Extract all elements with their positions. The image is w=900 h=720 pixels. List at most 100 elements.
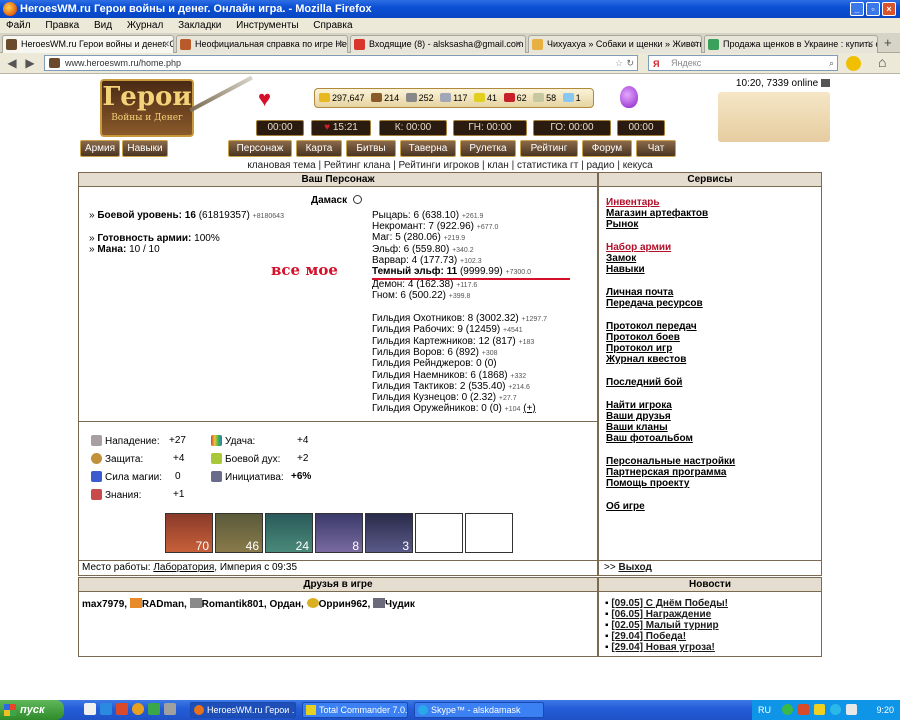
new-tab-button[interactable]: +: [884, 35, 892, 50]
service-transfer-log[interactable]: Протокол передач: [606, 321, 697, 332]
reload-icon[interactable]: ↻: [626, 56, 634, 70]
tab-close-icon[interactable]: ✕: [514, 36, 522, 52]
friend-chudik[interactable]: Чудик: [385, 599, 415, 610]
game-logo[interactable]: Герои Войны и Денег: [100, 79, 194, 137]
tray-antivirus-icon[interactable]: [798, 704, 809, 715]
army-slot-5[interactable]: 3: [365, 513, 413, 553]
quicklaunch-app-icon[interactable]: [148, 703, 160, 715]
service-game-log[interactable]: Протокол игр: [606, 343, 672, 354]
service-transfer-resources[interactable]: Передача ресурсов: [606, 298, 703, 309]
tab-puppies[interactable]: Продажа щенков в Украине : купить с... ✕: [704, 35, 878, 53]
menu-history[interactable]: Журнал: [127, 20, 164, 31]
tab-close-icon[interactable]: ✕: [866, 36, 874, 52]
service-inventory[interactable]: Инвентарь: [606, 197, 660, 208]
work-place-link[interactable]: Лаборатория: [153, 562, 214, 573]
tab-reference[interactable]: Неофициальная справка по игре Heroe... ✕: [176, 35, 348, 53]
tab-gmail[interactable]: Входящие (8) - alsksasha@gmail.com - ...…: [350, 35, 526, 53]
addon-smiley-icon[interactable]: [846, 56, 861, 71]
service-castle[interactable]: Замок: [606, 253, 636, 264]
tray-app-icon[interactable]: [814, 704, 825, 715]
menu-help[interactable]: Справка: [313, 20, 352, 31]
friend-romantik801[interactable]: Romantik801,: [202, 599, 267, 610]
service-help-project[interactable]: Помощь проекту: [606, 478, 689, 489]
start-button[interactable]: пуск: [0, 700, 64, 720]
nav-forum[interactable]: Форум: [582, 140, 632, 157]
service-skills[interactable]: Навыки: [606, 264, 645, 275]
service-mail[interactable]: Личная почта: [606, 287, 673, 298]
army-slot-2[interactable]: 46: [215, 513, 263, 553]
maximize-button[interactable]: ▫: [866, 2, 880, 16]
service-quest-journal[interactable]: Журнал квестов: [606, 354, 686, 365]
nav-battles[interactable]: Битвы: [346, 140, 396, 157]
chat-icon[interactable]: [821, 79, 830, 87]
search-bar[interactable]: Я Яндекс ⌕: [648, 55, 838, 71]
tray-skype-icon[interactable]: [782, 704, 793, 715]
army-slot-4[interactable]: 8: [315, 513, 363, 553]
menu-view[interactable]: Вид: [94, 20, 112, 31]
service-battle-log[interactable]: Протокол боев: [606, 332, 680, 343]
service-friends[interactable]: Ваши друзья: [606, 411, 671, 422]
nav-army[interactable]: Армия: [80, 140, 120, 157]
menu-bookmarks[interactable]: Закладки: [178, 20, 221, 31]
quicklaunch-desktop-icon[interactable]: [84, 703, 96, 715]
menu-file[interactable]: Файл: [6, 20, 31, 31]
back-arrow-icon[interactable]: ◀: [4, 55, 20, 71]
mana-potion-icon[interactable]: [620, 86, 638, 108]
service-partner-program[interactable]: Партнерская программа: [606, 467, 726, 478]
tab-label: Входящие (8) - alsksasha@gmail.com - ...: [369, 39, 526, 49]
friend-max7979[interactable]: max7979,: [82, 599, 127, 610]
tray-volume-icon[interactable]: [846, 704, 857, 715]
character-name[interactable]: Дамаск: [311, 195, 347, 206]
service-find-player[interactable]: Найти игрока: [606, 400, 672, 411]
nav-skills[interactable]: Навыки: [122, 140, 168, 157]
quicklaunch-app-icon[interactable]: [164, 703, 176, 715]
friend-orrin962[interactable]: Оррин962,: [319, 599, 371, 610]
service-last-battle[interactable]: Последний бой: [606, 377, 682, 388]
service-market[interactable]: Рынок: [606, 219, 638, 230]
nav-character[interactable]: Персонаж: [228, 140, 292, 157]
close-button[interactable]: ×: [882, 2, 896, 16]
service-settings[interactable]: Персональные настройки: [606, 456, 735, 467]
news-item: ▪ [29.04] Победа!: [605, 631, 687, 642]
army-slot-1[interactable]: 70: [165, 513, 213, 553]
sub-links[interactable]: клановая тема | Рейтинг клана | Рейтинги…: [0, 160, 900, 171]
menu-tools[interactable]: Инструменты: [236, 20, 298, 31]
tray-network-icon[interactable]: [830, 704, 841, 715]
bookmark-star-icon[interactable]: ☆: [615, 56, 623, 70]
quicklaunch-firefox-icon[interactable]: [132, 703, 144, 715]
service-about[interactable]: Об игре: [606, 501, 645, 512]
url-bar[interactable]: www.heroeswm.ru/home.php ☆ ↻: [44, 55, 638, 71]
exit-link[interactable]: Выход: [618, 562, 651, 573]
tab-heroes[interactable]: HeroesWM.ru Герои войны и денег. Он... ✕: [2, 35, 174, 53]
language-indicator[interactable]: RU: [758, 700, 771, 720]
task-firefox[interactable]: HeroesWM.ru Герои ...: [190, 702, 296, 718]
nav-tavern[interactable]: Таверна: [400, 140, 456, 157]
quicklaunch-ie-icon[interactable]: [100, 703, 112, 715]
minimize-button[interactable]: _: [850, 2, 864, 16]
home-icon[interactable]: ⌂: [878, 54, 886, 70]
service-recruit-army[interactable]: Набор армии: [606, 242, 671, 253]
task-total-commander[interactable]: Total Commander 7.0...: [302, 702, 408, 718]
service-photo-album[interactable]: Ваш фотоальбом: [606, 433, 693, 444]
army-slot-6[interactable]: [415, 513, 463, 553]
army-slot-7[interactable]: [465, 513, 513, 553]
nav-map[interactable]: Карта: [296, 140, 342, 157]
tab-close-icon[interactable]: ✕: [162, 36, 170, 52]
menu-edit[interactable]: Правка: [45, 20, 79, 31]
search-icon[interactable]: ⌕: [829, 56, 834, 70]
army-slot-3[interactable]: 24: [265, 513, 313, 553]
tab-chihuahua[interactable]: Чихуахуа » Собаки и щенки » Животн... ✕: [528, 35, 702, 53]
service-artifact-shop[interactable]: Магазин артефактов: [606, 208, 708, 219]
forward-arrow-icon[interactable]: ▶: [22, 55, 38, 71]
nav-roulette[interactable]: Рулетка: [460, 140, 516, 157]
guild-upgrade-link[interactable]: (+): [523, 403, 536, 414]
nav-rating[interactable]: Рейтинг: [520, 140, 578, 157]
quicklaunch-app-icon[interactable]: [116, 703, 128, 715]
friend-ordan[interactable]: Ордан,: [269, 599, 303, 610]
task-skype[interactable]: Skype™ - alskdamask: [414, 702, 544, 718]
tab-close-icon[interactable]: ✕: [690, 36, 698, 52]
tab-close-icon[interactable]: ✕: [336, 36, 344, 52]
nav-chat[interactable]: Чат: [636, 140, 676, 157]
service-clans[interactable]: Ваши кланы: [606, 422, 668, 433]
friend-radman[interactable]: RADman,: [142, 599, 187, 610]
